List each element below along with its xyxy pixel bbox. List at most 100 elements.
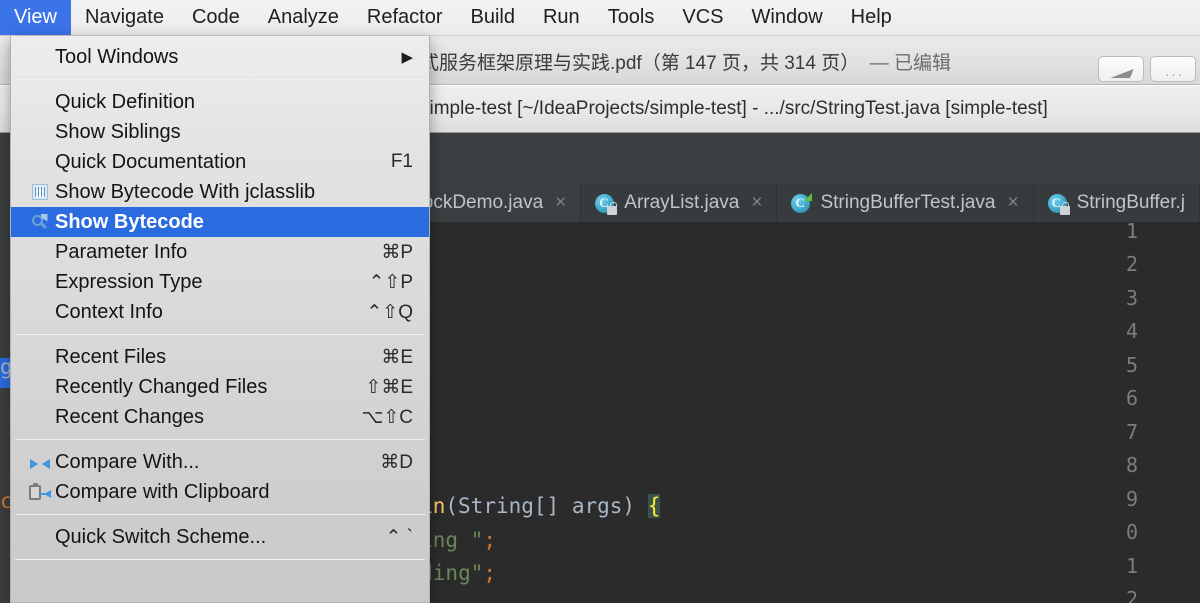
- show-bytecode-icon: [27, 212, 53, 232]
- menu-item-icon-placeholder: [27, 242, 53, 262]
- sliver-code-fragment-2: c: [0, 489, 10, 513]
- menu-item-label: Recent Files: [55, 345, 167, 368]
- menu-item-icon-placeholder: [27, 92, 53, 112]
- java-class-icon: C: [791, 192, 813, 214]
- menu-item-quick-documentation[interactable]: Quick Documentation F1: [11, 147, 429, 177]
- java-class-readonly-icon: C: [595, 193, 618, 215]
- menu-item-shortcut: ⌘P: [381, 241, 413, 263]
- menubar-label: Analyze: [267, 6, 339, 28]
- menu-item-show-bytecode-with-jclasslib[interactable]: Show Bytecode With jclasslib: [11, 177, 429, 207]
- menu-item-shortcut: ⇧⌘E: [365, 376, 413, 398]
- menu-item-label: Show Bytecode: [55, 210, 204, 233]
- menu-item-shortcut: ⌃⇧Q: [366, 301, 413, 323]
- menu-separator: [15, 559, 425, 560]
- menu-item-icon-placeholder: [27, 527, 53, 547]
- menu-item-compare-with-clipboard[interactable]: Compare with Clipboard: [11, 477, 429, 507]
- submenu-arrow-icon: ▶: [401, 49, 413, 66]
- menu-item-parameter-info[interactable]: Parameter Info ⌘P: [11, 237, 429, 267]
- menu-item-icon-placeholder: [27, 272, 53, 292]
- menubar-label: Navigate: [85, 6, 164, 28]
- menubar-label: VCS: [682, 6, 724, 28]
- menu-item-shortcut: ⌃ `: [385, 526, 413, 548]
- close-icon[interactable]: ×: [1007, 192, 1018, 214]
- menubar-item-navigate[interactable]: Navigate: [71, 0, 178, 35]
- menu-item-context-info[interactable]: Context Info ⌃⇧Q: [11, 297, 429, 327]
- menu-item-icon-placeholder: [27, 302, 53, 322]
- menu-item-recent-files[interactable]: Recent Files ⌘E: [11, 342, 429, 372]
- menu-item-show-bytecode[interactable]: Show Bytecode: [11, 207, 429, 237]
- menubar-label: Code: [191, 6, 240, 28]
- menubar-label: View: [14, 6, 57, 28]
- editor-tab-label: ArrayList.java: [624, 192, 740, 213]
- menubar-item-view[interactable]: View: [0, 0, 71, 35]
- menu-item-label: Compare With...: [55, 450, 200, 473]
- editor-tab-stringbuffer[interactable]: C StringBuffer.j: [1033, 184, 1200, 222]
- menu-item-label: Show Bytecode With jclasslib: [55, 180, 316, 203]
- menu-item-shortcut: ⌘D: [380, 451, 413, 473]
- menu-item-icon-placeholder: [27, 377, 53, 397]
- menu-item-shortcut: F1: [390, 151, 413, 172]
- menu-item-show-siblings[interactable]: Show Siblings: [11, 117, 429, 147]
- mac-window-title-state: — 已编辑: [869, 53, 952, 74]
- menu-item-label: Show Siblings: [55, 120, 181, 143]
- editor-tab-stringbuffertest[interactable]: C StringBufferTest.java ×: [777, 184, 1034, 222]
- menubar-item-code[interactable]: Code: [178, 0, 254, 35]
- editor-tab-label: StringBufferTest.java: [820, 192, 996, 213]
- menu-separator: [15, 334, 425, 335]
- menu-item-compare-with[interactable]: Compare With... ⌘D: [11, 447, 429, 477]
- menu-item-label: Tool Windows: [55, 45, 179, 68]
- menubar-label: Tools: [607, 6, 655, 28]
- menu-item-recent-changes[interactable]: Recent Changes ⌥⇧C: [11, 402, 429, 432]
- close-icon[interactable]: ×: [555, 192, 566, 214]
- screenshot-root: C LockDemo.java × C ArrayList.java × C S…: [0, 0, 1200, 603]
- menubar-item-analyze[interactable]: Analyze: [254, 0, 353, 35]
- idea-window-title: simple-test [~/IdeaProjects/simple-test]…: [420, 98, 1048, 119]
- menu-item-label: Expression Type: [55, 270, 203, 293]
- menubar-label: Refactor: [366, 6, 443, 28]
- java-class-readonly-icon: C: [1047, 193, 1070, 215]
- menubar-item-vcs[interactable]: VCS: [668, 0, 737, 35]
- close-icon[interactable]: ×: [751, 192, 762, 214]
- menu-item-icon-placeholder: [27, 47, 53, 67]
- menu-separator: [15, 514, 425, 515]
- menubar-item-help[interactable]: Help: [837, 0, 906, 35]
- menu-item-tool-windows[interactable]: Tool Windows ▶: [11, 42, 429, 72]
- toolbar-button-more[interactable]: ···: [1150, 56, 1196, 82]
- menubar-label: Build: [470, 6, 515, 28]
- menu-item-icon-placeholder: [27, 407, 53, 427]
- menu-item-shortcut: ⌥⇧C: [361, 406, 413, 428]
- view-dropdown-menu[interactable]: Tool Windows ▶ Quick Definition Show Sib…: [10, 36, 430, 603]
- menu-item-label: Compare with Clipboard: [55, 480, 270, 503]
- menu-item-label: Quick Definition: [55, 90, 196, 113]
- toolbar-button-markup[interactable]: [1098, 56, 1144, 82]
- menu-separator: [15, 79, 425, 80]
- editor-tab-arraylist[interactable]: C ArrayList.java ×: [581, 184, 778, 222]
- menu-item-icon-placeholder: [27, 122, 53, 142]
- menubar-label: Help: [850, 6, 892, 28]
- menubar-item-refactor[interactable]: Refactor: [353, 0, 457, 35]
- menubar-item-tools[interactable]: Tools: [594, 0, 669, 35]
- menu-item-icon-placeholder: [27, 152, 53, 172]
- menu-separator: [15, 439, 425, 440]
- mac-window-title: 式服务框架原理与实践.pdf（第 147 页，共 314 页） — 已编辑: [420, 48, 951, 75]
- menu-item-recently-changed-files[interactable]: Recently Changed Files ⇧⌘E: [11, 372, 429, 402]
- menubar-item-run[interactable]: Run: [529, 0, 594, 35]
- jclasslib-icon: [27, 182, 53, 202]
- menu-item-expression-type[interactable]: Expression Type ⌃⇧P: [11, 267, 429, 297]
- menu-item-label: Quick Switch Scheme...: [55, 525, 267, 548]
- menubar-item-window[interactable]: Window: [738, 0, 837, 35]
- menu-item-shortcut: ⌘E: [381, 346, 413, 368]
- menu-item-label: Recent Changes: [55, 405, 204, 428]
- mac-window-title-main: 式服务框架原理与实践.pdf（第 147 页，共 314 页）: [420, 53, 860, 74]
- menu-item-label: Quick Documentation: [55, 150, 247, 173]
- menu-item-icon-placeholder: [27, 347, 53, 367]
- menu-item-label: Parameter Info: [55, 240, 188, 263]
- menubar-label: Run: [542, 6, 580, 28]
- menu-bar: View Navigate Code Analyze Refactor Buil…: [0, 0, 1200, 36]
- menu-item-label: Recently Changed Files: [55, 375, 268, 398]
- menu-item-quick-switch-scheme[interactable]: Quick Switch Scheme... ⌃ `: [11, 522, 429, 552]
- menubar-item-build[interactable]: Build: [457, 0, 529, 35]
- compare-clipboard-icon: [27, 482, 53, 502]
- menu-item-shortcut: ⌃⇧P: [368, 271, 413, 293]
- menu-item-quick-definition[interactable]: Quick Definition: [11, 87, 429, 117]
